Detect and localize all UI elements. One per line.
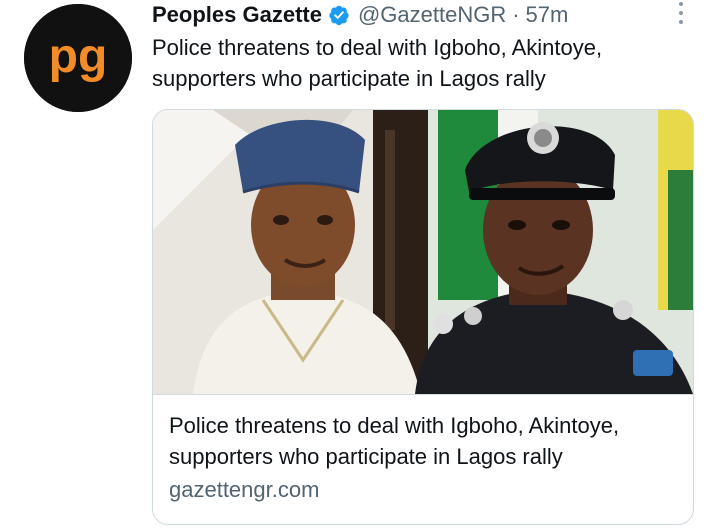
tweet-text: Police threatens to deal with Igboho, Ak… <box>152 35 603 91</box>
card-body[interactable]: Police threatens to deal with Igboho, Ak… <box>169 410 681 504</box>
verified-badge-icon <box>328 4 350 26</box>
card-domain[interactable]: gazettengr.com <box>169 476 681 504</box>
card-image[interactable] <box>153 110 693 395</box>
author-name[interactable]: Peoples Gazette <box>152 2 322 28</box>
tweet[interactable]: pg Peoples Gazette @GazetteNGR · 57m Pol… <box>0 0 720 532</box>
peoples-gazette-logo-icon: pg <box>24 4 132 112</box>
tweet-timestamp[interactable]: 57m <box>526 2 569 28</box>
tweet-header: Peoples Gazette @GazetteNGR · 57m <box>152 0 568 30</box>
link-preview-card[interactable]: Police threatens to deal with Igboho, Ak… <box>152 109 694 525</box>
more-options-icon[interactable] <box>670 0 692 26</box>
avatar-letters: pg <box>49 30 108 83</box>
profile-avatar[interactable]: pg <box>24 4 132 112</box>
header-separator: · <box>512 2 520 27</box>
card-title[interactable]: Police threatens to deal with Igboho, Ak… <box>169 410 681 472</box>
author-handle[interactable]: @GazetteNGR <box>358 2 506 28</box>
